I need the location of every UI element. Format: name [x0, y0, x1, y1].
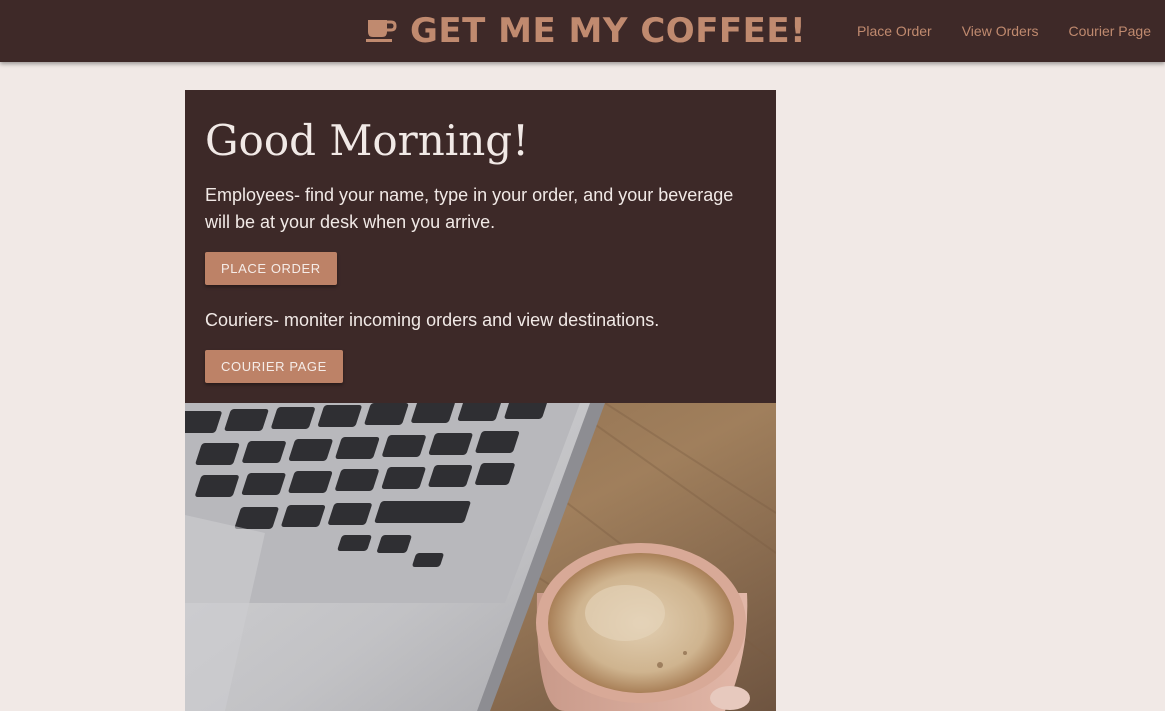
courier-page-button[interactable]: COURIER PAGE [205, 350, 343, 384]
nav-links: Place Order View Orders Courier Page [827, 0, 1151, 62]
couriers-text: Couriers- moniter incoming orders and vi… [205, 310, 660, 331]
welcome-card: Good Morning! Employees- find your name,… [185, 90, 776, 403]
nav-place-order[interactable]: Place Order [857, 23, 932, 39]
nav-view-orders[interactable]: View Orders [962, 23, 1039, 39]
employees-text: Employees- find your name, type in your … [205, 185, 734, 233]
brand[interactable]: GET ME MY COFFEE! [364, 0, 806, 62]
place-order-button[interactable]: PLACE ORDER [205, 252, 337, 286]
coffee-laptop-photo [185, 403, 776, 711]
greeting-heading: Good Morning! [205, 116, 530, 165]
top-navbar: GET ME MY COFFEE! Place Order View Order… [0, 0, 1165, 62]
nav-courier-page[interactable]: Courier Page [1069, 23, 1152, 39]
brand-title: GET ME MY COFFEE! [410, 11, 807, 51]
coffee-cup-icon [364, 16, 398, 46]
